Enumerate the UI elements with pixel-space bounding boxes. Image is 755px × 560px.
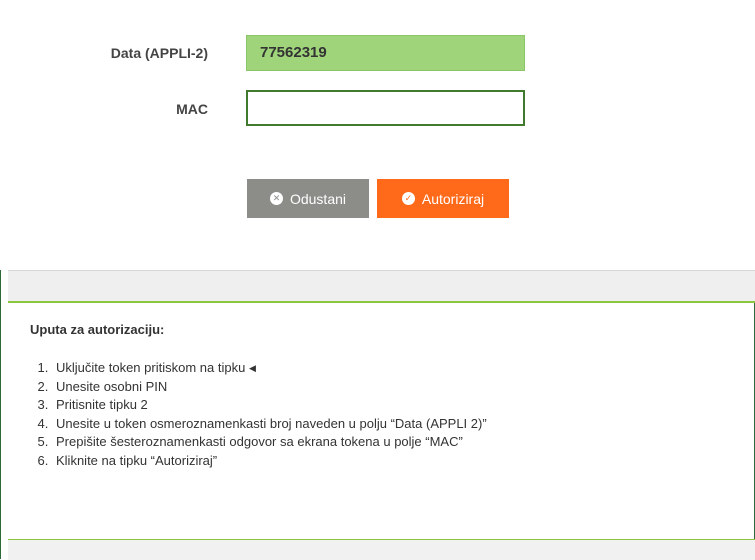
check-circle-icon: ✓ <box>401 192 415 205</box>
left-triangle-icon: ◀ <box>248 363 256 373</box>
authorize-button-label: Autoriziraj <box>421 190 485 207</box>
instructions-section: Uputa za autorizaciju: Uključite token p… <box>30 322 487 470</box>
data-field: 77562319 <box>246 35 525 71</box>
instruction-step: Unesite osobni PIN <box>52 378 487 397</box>
separator-line <box>8 301 755 303</box>
instruction-step: Prepišite šesteroznamenkasti odgovor sa … <box>52 433 487 452</box>
instruction-step: Unesite u token osmeroznamenkasti broj n… <box>52 415 487 434</box>
instruction-step: Pritisnite tipku 2 <box>52 396 487 415</box>
mac-label: MAC <box>176 101 208 117</box>
mac-input[interactable] <box>246 90 525 126</box>
bottom-band <box>8 540 755 560</box>
separator-band <box>8 270 755 302</box>
x-circle-icon: ✕ <box>269 192 283 205</box>
authorize-button[interactable]: ✓ Autoriziraj <box>377 179 509 218</box>
data-label: Data (APPLI-2) <box>110 45 208 61</box>
instructions-list: Uključite token pritiskom na tipku ◀ Une… <box>30 359 487 470</box>
cancel-button-label: Odustani <box>289 190 347 207</box>
instructions-title: Uputa za autorizaciju: <box>30 322 165 337</box>
instruction-step: Kliknite na tipku “Autoriziraj” <box>52 452 487 471</box>
cancel-button[interactable]: ✕ Odustani <box>247 179 369 218</box>
authorization-form: Data (APPLI-2) 77562319 MAC ✕ Odustani ✓… <box>0 0 755 270</box>
instruction-step: Uključite token pritiskom na tipku ◀ <box>52 359 487 378</box>
